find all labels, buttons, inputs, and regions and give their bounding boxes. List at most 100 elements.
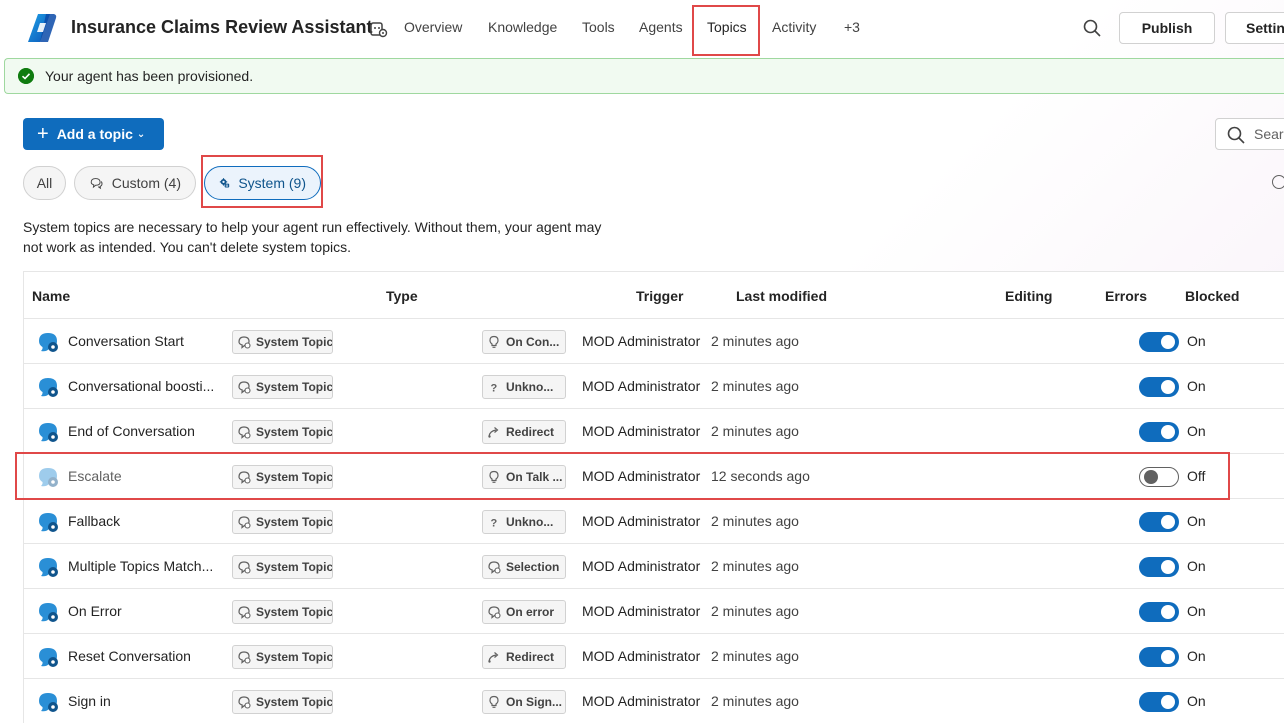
topic-status-toggle[interactable] — [1139, 512, 1179, 532]
topic-icon — [37, 691, 59, 713]
selection-icon — [487, 560, 501, 574]
type-label: System Topic — [256, 695, 333, 709]
table-row[interactable]: Sign in System Topic On Sign... MOD Adminis… — [24, 678, 1284, 723]
topic-name[interactable]: End of Conversation — [68, 423, 218, 439]
table-row[interactable]: On Error System Topic On error MOD Administ… — [24, 588, 1284, 633]
topic-status-toggle[interactable] — [1139, 692, 1179, 712]
type-badge: System Topic — [232, 555, 333, 579]
toggle-state-label: On — [1187, 378, 1206, 394]
topic-status-toggle[interactable] — [1139, 332, 1179, 352]
trigger-label: Redirect — [506, 425, 555, 439]
column-header-errors[interactable]: Errors — [1105, 288, 1147, 304]
question-icon: ? — [487, 515, 501, 530]
toggle-state-label: On — [1187, 333, 1206, 349]
svg-text:?: ? — [491, 383, 498, 395]
add-topic-button[interactable]: + Add a topic ⌄ — [23, 118, 164, 150]
topic-icon — [37, 331, 59, 353]
search-input[interactable]: Search — [1215, 118, 1284, 150]
modified-time: 2 minutes ago — [711, 648, 799, 664]
svg-text:?: ? — [491, 518, 498, 530]
topic-status-toggle[interactable] — [1139, 377, 1179, 397]
topic-name[interactable]: Sign in — [68, 693, 218, 709]
type-badge: System Topic — [232, 600, 333, 624]
success-check-icon — [18, 68, 34, 84]
modified-by: MOD Administrator — [582, 333, 701, 349]
topic-name[interactable]: Reset Conversation — [68, 648, 218, 664]
trigger-label: On Sign... — [506, 695, 562, 709]
table-row[interactable]: Conversation Start System Topic On Con... M… — [24, 318, 1284, 363]
provisioned-banner: Your agent has been provisioned. — [4, 58, 1284, 94]
topic-icon — [37, 421, 59, 443]
trigger-label: Selection — [506, 560, 560, 574]
trigger-badge: ? Unkno... — [482, 510, 566, 534]
filter-custom[interactable]: Custom (4) — [74, 166, 196, 200]
search-icon[interactable] — [1082, 18, 1102, 38]
lightbulb-icon — [487, 335, 501, 349]
modified-by: MOD Administrator — [582, 558, 701, 574]
table-row[interactable]: Conversational boosti... System Topic ? Unk… — [24, 363, 1284, 408]
topic-name[interactable]: Conversational boosti... — [68, 378, 218, 394]
toggle-state-label: On — [1187, 693, 1206, 709]
topic-icon — [37, 556, 59, 578]
tab-tools[interactable]: Tools — [582, 19, 615, 35]
tab-activity[interactable]: Activity — [772, 19, 816, 35]
tab-overview[interactable]: Overview — [404, 19, 462, 35]
type-label: System Topic — [256, 515, 333, 529]
modified-by: MOD Administrator — [582, 648, 701, 664]
column-header-type[interactable]: Type — [386, 288, 418, 304]
trigger-badge: ? Unkno... — [482, 375, 566, 399]
column-header-blocked[interactable]: Blocked — [1185, 288, 1239, 304]
modified-by: MOD Administrator — [582, 603, 701, 619]
filter-all[interactable]: All — [23, 166, 66, 200]
plus-icon: + — [37, 123, 49, 145]
topic-name[interactable]: On Error — [68, 603, 218, 619]
tab-agents[interactable]: Agents — [639, 19, 683, 35]
table-row[interactable]: End of Conversation System Topic Redirect M… — [24, 408, 1284, 453]
topic-name[interactable]: Multiple Topics Match... — [68, 558, 218, 574]
trigger-badge: On Sign... — [482, 690, 566, 714]
toggle-state-label: On — [1187, 423, 1206, 439]
redirect-icon — [487, 425, 501, 439]
column-header-editing[interactable]: Editing — [1005, 288, 1052, 304]
topic-icon — [37, 601, 59, 623]
topic-status-toggle[interactable] — [1139, 602, 1179, 622]
system-topic-icon — [237, 695, 251, 709]
trigger-badge: Selection — [482, 555, 566, 579]
modified-time: 2 minutes ago — [711, 558, 799, 574]
column-header-name[interactable]: Name — [32, 288, 70, 304]
table-row[interactable]: Reset Conversation System Topic Redirect MO… — [24, 633, 1284, 678]
topic-status-toggle[interactable] — [1139, 422, 1179, 442]
topic-icon — [37, 376, 59, 398]
system-topic-icon — [237, 650, 251, 664]
refresh-icon[interactable] — [1272, 175, 1284, 189]
type-label: System Topic — [256, 650, 333, 664]
column-header-last-modified[interactable]: Last modified — [736, 288, 827, 304]
copilot-studio-logo-icon — [28, 14, 57, 42]
system-topics-description: System topics are necessary to help your… — [23, 219, 602, 255]
table-row[interactable]: Fallback System Topic? Unkno... MOD Adminis… — [24, 498, 1284, 543]
settings-button[interactable]: Settings — [1225, 12, 1284, 44]
publish-button[interactable]: Publish — [1119, 12, 1215, 44]
topic-status-toggle[interactable] — [1139, 647, 1179, 667]
tab-more[interactable]: +3 — [844, 19, 860, 35]
trigger-badge: On Con... — [482, 330, 566, 354]
modified-by: MOD Administrator — [582, 378, 701, 394]
table-row[interactable]: Multiple Topics Match... System Topic Sele… — [24, 543, 1284, 588]
topic-status-toggle[interactable] — [1139, 557, 1179, 577]
column-header-trigger[interactable]: Trigger — [636, 288, 683, 304]
modified-by: MOD Administrator — [582, 693, 701, 709]
type-label: System Topic — [256, 605, 333, 619]
toggle-state-label: On — [1187, 558, 1206, 574]
modified-time: 2 minutes ago — [711, 603, 799, 619]
toggle-state-label: On — [1187, 603, 1206, 619]
topic-name[interactable]: Conversation Start — [68, 333, 218, 349]
trigger-badge: On error — [482, 600, 566, 624]
error-icon — [487, 605, 501, 619]
tab-knowledge[interactable]: Knowledge — [488, 19, 557, 35]
topic-name[interactable]: Fallback — [68, 513, 218, 529]
type-label: System Topic — [256, 380, 333, 394]
type-badge: System Topic — [232, 690, 333, 714]
agent-settings-icon[interactable] — [368, 19, 388, 39]
trigger-label: On error — [506, 605, 555, 619]
question-icon: ? — [487, 380, 501, 395]
